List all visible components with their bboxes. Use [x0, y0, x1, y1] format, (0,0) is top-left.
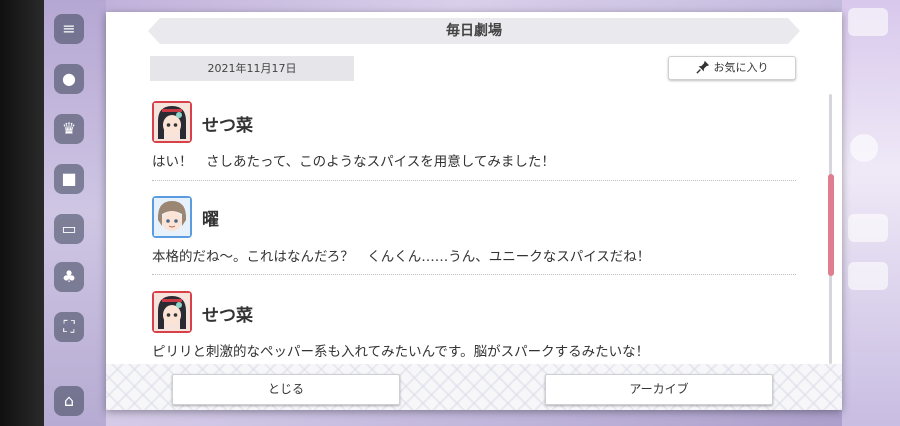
menu-icon[interactable]: ≡	[54, 14, 84, 44]
scrollbar-thumb[interactable]	[828, 174, 834, 276]
dialog-log[interactable]: せつ菜 はい！ さしあたって、このようなスパイスを用意してみました！ 曜 本格的…	[148, 96, 828, 368]
side-icon[interactable]	[848, 214, 888, 242]
close-button[interactable]: とじる	[172, 374, 400, 405]
shop-icon[interactable]	[848, 8, 888, 36]
home-icon[interactable]: ⌂	[54, 386, 84, 416]
favorite-button[interactable]: お気に入り	[668, 56, 796, 80]
pin-icon	[695, 60, 709, 74]
screen-edge	[0, 0, 44, 426]
setsuna-avatar	[152, 291, 192, 333]
dialog-line: ピリリと刺激的なペッパー系も入れてみたいんです。脳がスパークするみたいな！	[152, 344, 650, 360]
game-background-right	[842, 0, 900, 426]
speaker-name: 曜	[202, 210, 219, 230]
you-avatar	[152, 196, 192, 238]
warehouse-icon[interactable]	[848, 262, 888, 290]
speaker-name: せつ菜	[202, 116, 253, 136]
setsuna-avatar	[152, 101, 192, 143]
divider	[152, 180, 796, 181]
gift-icon[interactable]: ■	[54, 164, 84, 194]
dialog-line: 本格的だね〜。これはなんだろ？ くんくん……うん、ユニークなスパイスだね！	[152, 249, 651, 265]
screen-icon[interactable]: ▭	[54, 214, 84, 244]
dialog-title: 毎日劇場	[148, 18, 800, 44]
archive-button[interactable]: アーカイブ	[545, 374, 773, 405]
dialog-line: はい！ さしあたって、このようなスパイスを用意してみました！	[152, 154, 555, 170]
speaker-name: せつ菜	[202, 306, 253, 326]
member-icon[interactable]: ♣	[54, 262, 84, 292]
event-icon[interactable]: ♛	[54, 114, 84, 144]
favorite-label: お気に入り	[713, 61, 769, 74]
date-label: 2021年11月17日	[150, 56, 354, 81]
chat-icon[interactable]: ●	[54, 64, 84, 94]
divider	[152, 274, 796, 275]
no-entry-icon[interactable]	[850, 134, 878, 162]
daily-theater-dialog: 毎日劇場 2021年11月17日 お気に入り せつ菜 はい！ さしあたって、この…	[106, 12, 842, 410]
expand-icon[interactable]: ⛶	[54, 312, 84, 342]
